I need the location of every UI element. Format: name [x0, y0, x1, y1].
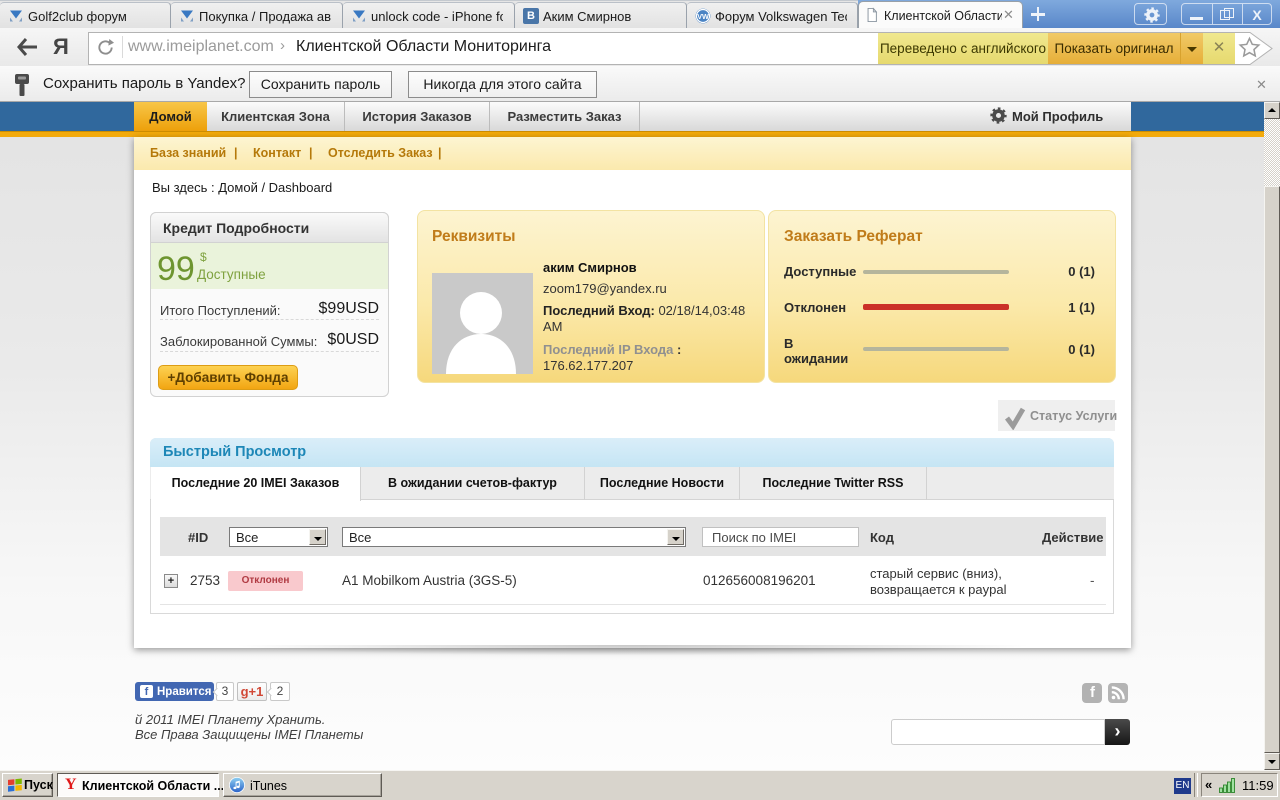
svg-text:VW: VW	[697, 12, 709, 21]
